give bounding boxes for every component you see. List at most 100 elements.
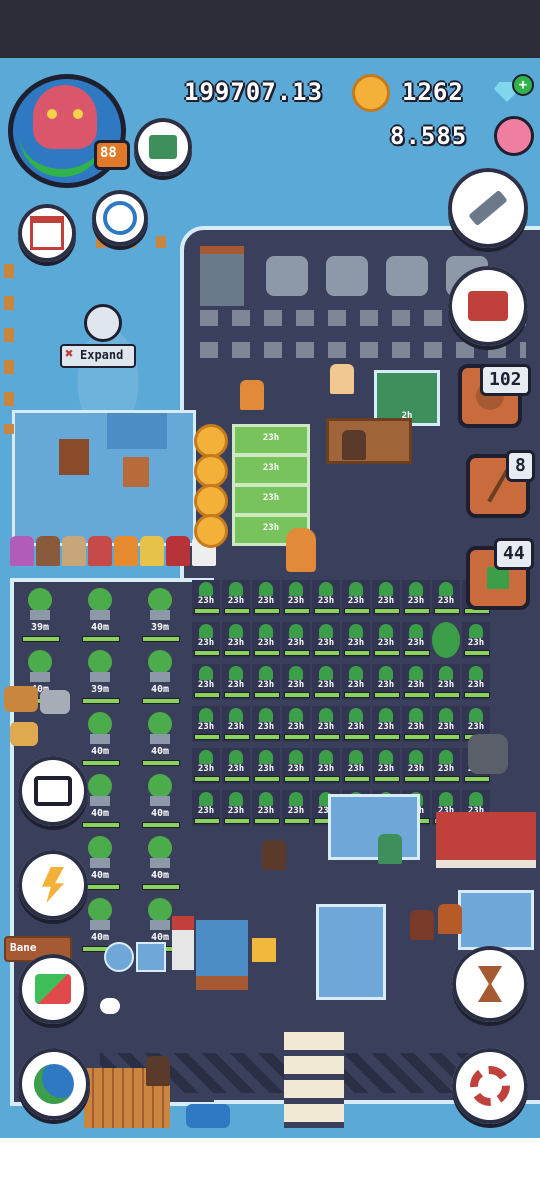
tree-plot[interactable]: 40m [74, 586, 126, 644]
rock[interactable] [386, 256, 428, 296]
daily-book-button[interactable] [134, 118, 192, 176]
crop-tile[interactable]: 23h [342, 622, 370, 658]
veg-plot[interactable]: 23h [232, 484, 310, 516]
crop-tile[interactable]: 23h [192, 706, 220, 742]
crop-tile[interactable]: 23h [402, 664, 430, 700]
veg-plot[interactable]: 23h [232, 454, 310, 486]
animal-orange[interactable] [114, 536, 138, 566]
beehive[interactable] [194, 424, 228, 458]
crop-tile[interactable]: 23h [252, 706, 280, 742]
crop-tile[interactable]: 23h [402, 748, 430, 784]
diamond-plus-icon[interactable]: + [492, 74, 534, 106]
villager[interactable] [410, 910, 434, 940]
crop-tile[interactable]: 23h [312, 664, 340, 700]
villager[interactable] [262, 840, 286, 870]
tree-plot[interactable]: 39m [74, 648, 126, 706]
crop-tile[interactable]: 23h [342, 706, 370, 742]
tree-plot[interactable]: 40m [134, 834, 186, 892]
crop-tile[interactable]: 23h [372, 622, 400, 658]
world-button[interactable] [18, 1048, 90, 1120]
build-button[interactable] [448, 168, 528, 248]
crop-tile[interactable]: 23h [252, 580, 280, 616]
crop-tile[interactable]: 23h [372, 580, 400, 616]
cooking-station[interactable] [326, 418, 412, 464]
game-viewport[interactable]: 23h 23h 23h 23h 2h 23h 23h 23h 23h 23h 2… [0, 58, 540, 1138]
fish-spot[interactable] [186, 1104, 230, 1128]
villager[interactable] [342, 430, 366, 460]
crop-tile[interactable]: 23h [192, 622, 220, 658]
crop-tile[interactable]: 23h [372, 664, 400, 700]
right-house[interactable] [458, 890, 534, 950]
animal-tan[interactable] [62, 536, 86, 566]
crop-tile[interactable]: 23h [312, 706, 340, 742]
crop-tile[interactable]: 23h [252, 622, 280, 658]
animal-crimson[interactable] [166, 536, 190, 566]
tree-plot[interactable]: 40m [74, 710, 126, 768]
map-sign[interactable] [136, 942, 166, 972]
animal-brown[interactable] [36, 536, 60, 566]
calendar-button[interactable] [18, 204, 76, 262]
scarecrow[interactable] [286, 528, 316, 572]
beehive[interactable] [194, 484, 228, 518]
tree-plot[interactable]: 39m [14, 586, 66, 644]
crop-tile[interactable]: 23h [432, 664, 460, 700]
villager[interactable] [330, 364, 354, 394]
crop-tile[interactable]: 23h [222, 664, 250, 700]
market-stall[interactable] [436, 812, 536, 868]
hourglass-button[interactable] [452, 946, 528, 1022]
crop-tile[interactable]: 23h [312, 622, 340, 658]
crop-tile[interactable]: 23h [222, 748, 250, 784]
rock[interactable] [266, 256, 308, 296]
plus-icon[interactable]: + [512, 74, 534, 96]
crop-tile[interactable]: 23h [222, 622, 250, 658]
rock[interactable] [326, 256, 368, 296]
crop-tile[interactable]: 23h [372, 748, 400, 784]
crop-tile[interactable]: 23h [222, 580, 250, 616]
crop-tile[interactable]: 23h [192, 580, 220, 616]
crop-tile[interactable]: 23h [282, 622, 310, 658]
crop-tile[interactable]: 23h [192, 664, 220, 700]
crop-tile[interactable]: 23h [282, 706, 310, 742]
expand-hammer-icon[interactable] [84, 304, 122, 342]
seed-crates[interactable] [284, 1032, 344, 1128]
seagull[interactable] [100, 998, 120, 1014]
hay-bales[interactable] [252, 938, 276, 962]
crop-tile[interactable]: 23h [372, 706, 400, 742]
veg-plot[interactable]: 23h [232, 424, 310, 456]
beehive[interactable] [194, 514, 228, 548]
toolbox-button[interactable] [448, 266, 528, 346]
energy-button[interactable] [18, 850, 88, 920]
crop-tile[interactable]: 23h [432, 580, 460, 616]
villager[interactable] [438, 904, 462, 934]
crop-tile[interactable]: 23h [312, 580, 340, 616]
tree-plot[interactable]: 40m [134, 648, 186, 706]
small-house[interactable] [196, 920, 248, 990]
crop-tile[interactable]: 23h [312, 748, 340, 784]
crop-tile[interactable]: 23h [462, 622, 490, 658]
blue-shop[interactable] [316, 904, 386, 1000]
crop-tile[interactable]: 23h [252, 664, 280, 700]
crop-tile[interactable]: 23h [282, 664, 310, 700]
settings-button[interactable] [452, 1048, 528, 1124]
expand-label-box[interactable]: ✖ Expand [60, 344, 136, 368]
crop-tile[interactable]: 23h [462, 664, 490, 700]
tree-plot[interactable]: 40m [134, 772, 186, 830]
crop-tile[interactable]: 23h [342, 580, 370, 616]
dog[interactable] [10, 722, 38, 746]
animal-row[interactable] [10, 536, 220, 568]
tree-plot[interactable]: 39m [134, 586, 186, 644]
beehive[interactable] [194, 454, 228, 488]
animal-yellow[interactable] [140, 536, 164, 566]
crop-tile[interactable]: 23h [402, 706, 430, 742]
tree-plot[interactable]: 40m [134, 710, 186, 768]
crop-tile[interactable]: 23h [222, 706, 250, 742]
yak-statue[interactable] [468, 734, 508, 774]
pinwheel[interactable] [172, 916, 194, 970]
goat[interactable] [40, 690, 70, 714]
crop-tile[interactable]: 23h [402, 580, 430, 616]
crop-tile[interactable]: 23h [192, 748, 220, 784]
swap-button[interactable] [18, 954, 88, 1024]
blue-house[interactable] [328, 794, 420, 860]
crop-tile[interactable]: 23h [252, 748, 280, 784]
crop-tile[interactable]: 23h [432, 748, 460, 784]
